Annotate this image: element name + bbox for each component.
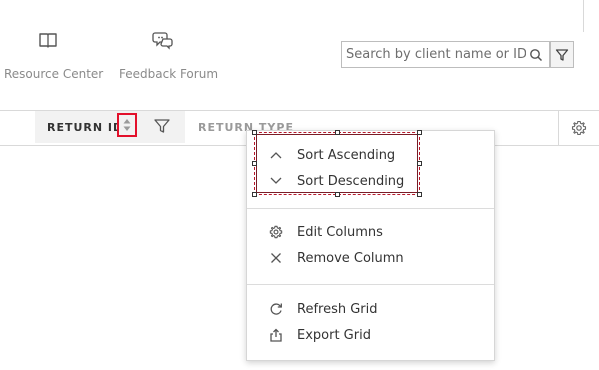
search-icon[interactable] <box>527 46 545 64</box>
feedback-forum-link[interactable]: Feedback Forum <box>119 67 218 81</box>
export-icon <box>267 326 285 344</box>
gear-icon <box>571 120 587 136</box>
search-box <box>341 41 550 68</box>
column-label-return-id: RETURN ID <box>47 121 124 134</box>
menu-item-refresh-grid[interactable]: Refresh Grid <box>247 297 494 321</box>
menu-item-sort-descending[interactable]: Sort Descending <box>247 169 494 193</box>
menu-item-sort-ascending[interactable]: Sort Ascending <box>247 143 494 167</box>
menu-item-label: Sort Ascending <box>297 147 396 163</box>
menu-item-label: Refresh Grid <box>297 301 378 317</box>
menu-divider <box>247 284 494 285</box>
column-menu: Sort Ascending Sort Descending Edit Colu… <box>246 130 495 361</box>
menu-item-label: Sort Descending <box>297 173 405 189</box>
chat-bubbles-icon[interactable] <box>152 29 174 51</box>
chevron-down-icon <box>267 172 285 190</box>
grid-settings-button[interactable] <box>558 111 599 145</box>
search-filter-button[interactable] <box>550 41 574 68</box>
menu-item-edit-columns[interactable]: Edit Columns <box>247 220 494 244</box>
menu-item-label: Edit Columns <box>297 224 383 240</box>
sort-arrows-icon <box>123 119 131 131</box>
menu-divider <box>247 208 494 209</box>
filter-icon <box>555 48 569 61</box>
refresh-icon <box>267 300 285 318</box>
top-divider <box>583 0 584 32</box>
column-filter-icon[interactable] <box>152 116 172 136</box>
menu-item-remove-column[interactable]: Remove Column <box>247 246 494 270</box>
close-icon <box>267 249 285 267</box>
menu-item-label: Remove Column <box>297 250 404 266</box>
search-input[interactable] <box>346 44 526 65</box>
menu-item-label: Export Grid <box>297 327 371 343</box>
app-root: Resource Center Feedback Forum RETURN ID <box>0 0 599 370</box>
menu-item-export-grid[interactable]: Export Grid <box>247 323 494 347</box>
resource-center-link[interactable]: Resource Center <box>4 67 103 81</box>
book-icon[interactable] <box>37 29 59 51</box>
gear-icon <box>267 223 285 241</box>
sort-toggle-button[interactable] <box>117 113 137 137</box>
chevron-up-icon <box>267 146 285 164</box>
